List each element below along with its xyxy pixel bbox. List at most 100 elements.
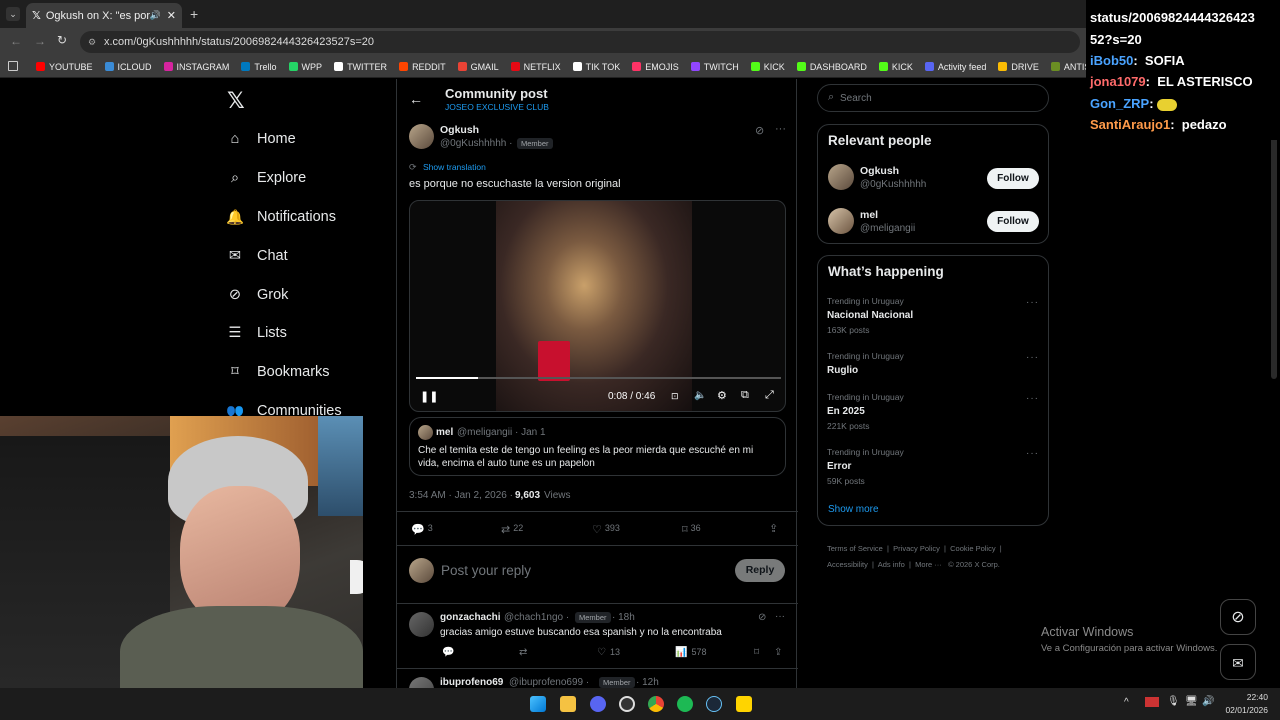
pip-icon[interactable]: ⧉ xyxy=(741,389,749,402)
like-action[interactable]: ♡ 13 xyxy=(597,647,620,658)
network-icon[interactable]: 🖥 xyxy=(1185,696,1198,707)
url-input[interactable]: ⚙ x.com/0gKushhhhh/status/20069824443264… xyxy=(80,31,1080,53)
video-seek-track[interactable] xyxy=(416,377,781,379)
steam-icon[interactable] xyxy=(706,696,722,712)
share-icon[interactable]: ⇪ xyxy=(769,522,778,535)
follow-button[interactable]: Follow xyxy=(987,211,1039,232)
community-name[interactable]: JOSEO EXCLUSIVE CLUB xyxy=(445,102,549,112)
bookmark-item[interactable]: REDDIT xyxy=(399,62,446,72)
windows-start-icon[interactable] xyxy=(530,696,546,712)
sidebar-item-chat[interactable]: ✉ Chat xyxy=(227,248,288,264)
more-options-icon[interactable]: ··· xyxy=(775,123,786,135)
microphone-icon[interactable]: 🎙 xyxy=(1167,696,1180,707)
more-options-icon[interactable]: ··· xyxy=(1026,352,1039,363)
new-tab-button[interactable]: + xyxy=(190,6,198,22)
clock-time[interactable]: 22:40 xyxy=(1228,692,1268,702)
tray-overflow-icon[interactable]: ^ xyxy=(1124,697,1129,708)
share-icon[interactable]: ⇪ xyxy=(774,647,782,658)
repost-action[interactable]: ⇄ 22 xyxy=(501,523,523,536)
back-icon[interactable]: ← xyxy=(10,34,22,48)
grok-icon[interactable]: ⊘ xyxy=(758,612,766,623)
captions-icon[interactable]: ⊡ xyxy=(671,391,679,402)
person-avatar[interactable] xyxy=(828,208,854,234)
trend-item[interactable]: Trending in Uruguay En 2025 221K posts xyxy=(827,392,904,431)
messages-floating-button[interactable]: ✉ xyxy=(1220,644,1256,680)
bookmark-item[interactable]: ICLOUD xyxy=(104,62,152,72)
more-options-icon[interactable]: ··· xyxy=(1026,393,1039,404)
person-name[interactable]: mel xyxy=(860,209,878,221)
more-options-icon[interactable]: ··· xyxy=(1026,297,1039,308)
like-action[interactable]: ♡ 393 xyxy=(592,523,620,536)
footer-link[interactable]: Accessibility xyxy=(827,560,868,569)
sidebar-item-notifications[interactable]: 🔔 Notifications xyxy=(226,209,336,226)
reply-author-name[interactable]: gonzachachi xyxy=(440,612,501,623)
audio-icon[interactable]: 🔊 xyxy=(150,10,161,21)
sidebar-item-lists[interactable]: ☰ Lists xyxy=(227,325,287,341)
views-action[interactable]: 📊 578 xyxy=(675,647,706,658)
reply-input[interactable]: Post your reply xyxy=(441,563,531,578)
spotify-icon[interactable] xyxy=(677,696,693,712)
site-info-icon[interactable]: ⚙ xyxy=(88,31,96,53)
bookmark-item[interactable]: EMOJIS xyxy=(632,62,679,72)
person-handle[interactable]: @meligangii xyxy=(860,223,915,234)
reply-author-handle[interactable]: @chach1ngo · xyxy=(504,612,569,623)
footer-link[interactable]: Terms of Service xyxy=(827,544,883,553)
tab-search-button[interactable]: ⌄ xyxy=(6,7,20,21)
speaker-icon[interactable]: 🔊 xyxy=(1202,696,1214,707)
reply-action[interactable]: 💬 3 xyxy=(411,523,433,536)
back-arrow-icon[interactable]: ← xyxy=(409,91,423,107)
bookmark-item[interactable]: YOUTUBE xyxy=(36,62,93,72)
grok-icon[interactable]: ⊘ xyxy=(755,124,764,137)
sidebar-item-explore[interactable]: ⌕ Explore xyxy=(227,170,306,186)
grok-floating-button[interactable]: ⊘ xyxy=(1220,599,1256,635)
more-options-icon[interactable]: ··· xyxy=(775,611,785,622)
apps-grid-icon[interactable] xyxy=(8,61,18,71)
author-name[interactable]: Ogkush xyxy=(440,124,479,136)
tab-close-icon[interactable]: ✕ xyxy=(167,9,176,22)
sidebar-item-grok[interactable]: ⊘ Grok xyxy=(227,287,289,303)
file-explorer-icon[interactable] xyxy=(560,696,576,712)
active-tab[interactable]: 𝕏 Ogkush on X: "es porque n 🔊 ✕ xyxy=(26,3,182,28)
bookmark-item[interactable]: TWITCH xyxy=(690,62,739,72)
video-player[interactable]: ❚❚ 0:08 / 0:46 ⊡ 🔈 ⚙ ⧉ ⤢ xyxy=(409,200,786,412)
bookmark-action[interactable]: ⌑ 36 xyxy=(682,523,701,536)
discord-icon[interactable] xyxy=(590,696,606,712)
bookmark-item[interactable]: NETFLIX xyxy=(510,62,561,72)
footer-link[interactable]: Cookie Policy xyxy=(950,544,995,553)
chrome-icon[interactable] xyxy=(648,696,664,712)
person-name[interactable]: Ogkush xyxy=(860,165,899,177)
sticky-notes-icon[interactable] xyxy=(736,696,752,712)
reply-button[interactable]: Reply xyxy=(735,559,785,582)
bookmark-item[interactable]: GMAIL xyxy=(457,62,499,72)
bookmark-item[interactable]: DRIVE xyxy=(998,62,1039,72)
reload-icon[interactable]: ↻ xyxy=(57,33,67,47)
fullscreen-icon[interactable]: ⤢ xyxy=(765,389,774,402)
reply-author-name[interactable]: ibuprofeno69 xyxy=(440,677,503,688)
footer-link[interactable]: Privacy Policy xyxy=(893,544,940,553)
pause-icon[interactable]: ❚❚ xyxy=(420,390,438,403)
reply-avatar[interactable] xyxy=(409,612,434,637)
clock-date[interactable]: 02/01/2026 xyxy=(1224,705,1268,715)
trend-item[interactable]: Trending in Uruguay Error 59K posts xyxy=(827,447,904,486)
bookmark-item[interactable]: Trello xyxy=(241,62,277,72)
search-input[interactable]: ⌕ Search xyxy=(817,84,1049,112)
follow-button[interactable]: Follow xyxy=(987,168,1039,189)
trend-item[interactable]: Trending in Uruguay Nacional Nacional 16… xyxy=(827,296,913,335)
x-logo-icon[interactable]: 𝕏 xyxy=(227,88,245,114)
sidebar-item-bookmarks[interactable]: ⌑ Bookmarks xyxy=(227,364,329,380)
author-handle[interactable]: @0gKushhhhh · xyxy=(440,138,512,149)
person-avatar[interactable] xyxy=(828,164,854,190)
more-options-icon[interactable]: ··· xyxy=(1026,448,1039,459)
author-avatar[interactable] xyxy=(409,124,434,149)
quoted-post[interactable]: mel @meligangii · Jan 1 Che el temita es… xyxy=(409,417,786,476)
sidebar-item-home[interactable]: ⌂ Home xyxy=(227,131,296,147)
bookmark-item[interactable]: WPP xyxy=(288,62,322,72)
person-handle[interactable]: @0gKushhhhh xyxy=(860,179,926,190)
footer-link[interactable]: Ads info xyxy=(878,560,905,569)
reply-author-handle[interactable]: @ibuprofeno699 · xyxy=(509,677,589,688)
reply-avatar[interactable] xyxy=(409,677,434,688)
bookmark-icon[interactable]: ⌑ xyxy=(754,647,759,658)
repost-icon[interactable]: ⇄ xyxy=(519,647,527,658)
bookmark-item[interactable]: DASHBOARD xyxy=(796,62,867,72)
bookmark-item[interactable]: Activity feed xyxy=(924,62,986,72)
